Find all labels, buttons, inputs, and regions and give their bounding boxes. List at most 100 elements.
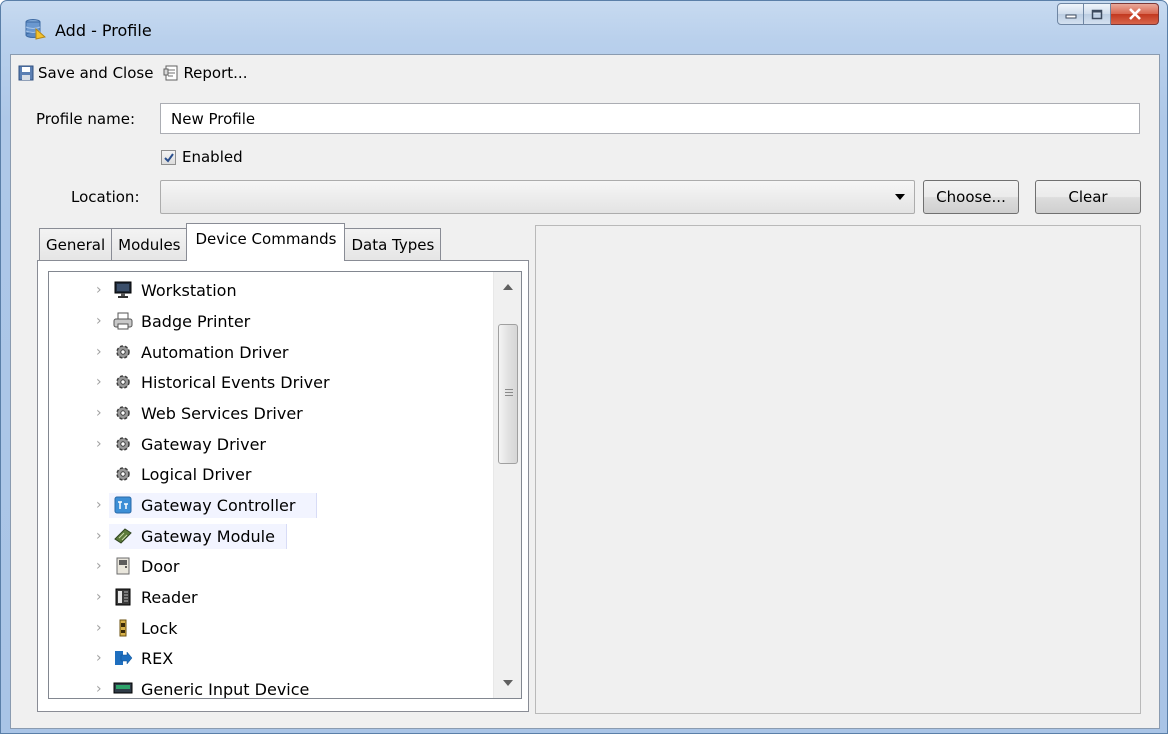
report-button[interactable]: Report... [163,61,247,85]
tree-item-label: Gateway Controller [141,495,296,515]
module-board-icon [114,528,132,544]
tab-modules-label: Modules [118,236,181,254]
gear-icon [116,467,130,481]
gear-icon [116,406,130,420]
expand-arrow-icon[interactable]: › [96,313,110,329]
vertical-scrollbar[interactable] [493,272,521,698]
clear-button[interactable]: Clear [1035,180,1141,214]
tree-item-badge-printer[interactable]: › Badge Printer [49,306,489,336]
expand-arrow-icon[interactable]: › [96,344,110,360]
tree-item-gateway-controller[interactable]: › Gateway Controller [49,490,489,520]
tree-item-generic-input-device[interactable]: › Generic Input Device [49,674,489,699]
floppy-disk-icon [18,65,34,80]
tree-item-lock[interactable]: › Lock [49,613,489,643]
expand-arrow-icon[interactable]: › [96,497,110,513]
input-device-icon [113,682,133,694]
tab-device-commands-label: Device Commands [195,230,337,248]
report-label: Report... [183,63,248,82]
tree-item-automation-driver[interactable]: › Automation Driver [49,337,489,367]
toolbar: Save and Close Report... [11,55,1159,90]
reader-icon [115,588,131,606]
expand-arrow-icon[interactable]: › [96,558,110,574]
location-label: Location: [71,188,140,206]
tree-item-door[interactable]: › Door [49,551,489,581]
window: Add - Profile Save and Close Report... P… [0,0,1168,734]
tree-item-label: Historical Events Driver [141,372,330,392]
enabled-checkbox-box[interactable] [161,149,176,165]
tab-data-types-label: Data Types [351,236,435,254]
tab-general-label: General [46,236,106,254]
clear-label: Clear [1068,188,1108,206]
grip-line [505,395,513,396]
tree-item-label: Badge Printer [141,311,251,331]
device-tree[interactable]: › Workstation › Badge Printer › Automati… [48,271,522,699]
tree-item-logical-driver[interactable]: Logical Driver [49,459,489,489]
tree-item-label: Web Services Driver [141,403,303,423]
enabled-checkbox[interactable]: Enabled [161,148,243,166]
tree-item-label: Generic Input Device [141,679,310,699]
maximize-icon [1091,9,1103,19]
checkmark-icon [164,152,174,163]
tree-item-label: Reader [141,587,198,607]
tree-item-gateway-driver[interactable]: › Gateway Driver [49,429,489,459]
tree-item-web-services-driver[interactable]: › Web Services Driver [49,398,489,428]
tree-item-label: Door [141,556,180,576]
expand-arrow-icon[interactable]: › [96,436,110,452]
tab-device-commands[interactable]: Device Commands [186,223,346,261]
door-icon [116,557,130,575]
close-icon [1128,8,1141,20]
tree-item-rex[interactable]: › REX [49,643,489,673]
tab-data-types[interactable]: Data Types [344,228,442,261]
tree-item-label: Lock [141,618,178,638]
tree-item-workstation[interactable]: › Workstation [49,275,489,305]
grip-line [505,389,513,390]
expand-arrow-icon[interactable]: › [96,374,110,390]
expand-arrow-icon[interactable]: › [96,589,110,605]
lock-icon [119,619,127,637]
tree-item-historical-events-driver[interactable]: › Historical Events Driver [49,367,489,397]
details-panel [535,225,1141,714]
database-icon [25,19,46,40]
monitor-icon [114,281,132,298]
tab-strip: General Modules Device Commands Data Typ… [39,223,442,261]
profile-name-label: Profile name: [36,110,136,128]
window-title: Add - Profile [55,21,152,40]
tree-item-label: Workstation [141,280,237,300]
scroll-down-icon[interactable] [503,680,513,686]
location-dropdown[interactable] [160,180,915,214]
caption-buttons [1057,3,1159,25]
grip-line [505,392,513,393]
tree-item-label: Gateway Driver [141,434,266,454]
close-button[interactable] [1111,3,1159,25]
tree-item-label: Automation Driver [141,342,289,362]
expand-arrow-icon[interactable]: › [96,650,110,666]
enabled-label: Enabled [182,148,243,166]
minimize-icon [1065,14,1076,19]
tab-modules[interactable]: Modules [111,228,188,261]
tree-item-label: Gateway Module [141,526,275,546]
tree-item-reader[interactable]: › Reader [49,582,489,612]
tab-general[interactable]: General [39,228,113,261]
tree-item-gateway-module[interactable]: › Gateway Module [49,521,489,551]
minimize-button[interactable] [1057,3,1084,25]
tree-item-label: REX [141,648,174,668]
report-icon [163,65,178,80]
expand-arrow-icon[interactable]: › [96,681,110,697]
expand-arrow-icon[interactable]: › [96,528,110,544]
chevron-down-icon [895,194,905,200]
choose-label: Choose... [936,188,1006,206]
save-and-close-button[interactable]: Save and Close [18,61,153,85]
expand-arrow-icon[interactable]: › [96,282,110,298]
controller-icon [114,496,132,514]
printer-icon [113,312,133,330]
choose-button[interactable]: Choose... [923,180,1019,214]
expand-arrow-icon[interactable]: › [96,620,110,636]
maximize-button[interactable] [1084,3,1111,25]
profile-name-input[interactable] [160,103,1140,134]
title-bar[interactable]: Add - Profile [1,1,1167,45]
scroll-thumb[interactable] [498,324,518,464]
gear-icon [116,375,130,389]
tree-item-label: Logical Driver [141,464,252,484]
expand-arrow-icon[interactable]: › [96,405,110,421]
scroll-up-icon[interactable] [503,284,513,290]
